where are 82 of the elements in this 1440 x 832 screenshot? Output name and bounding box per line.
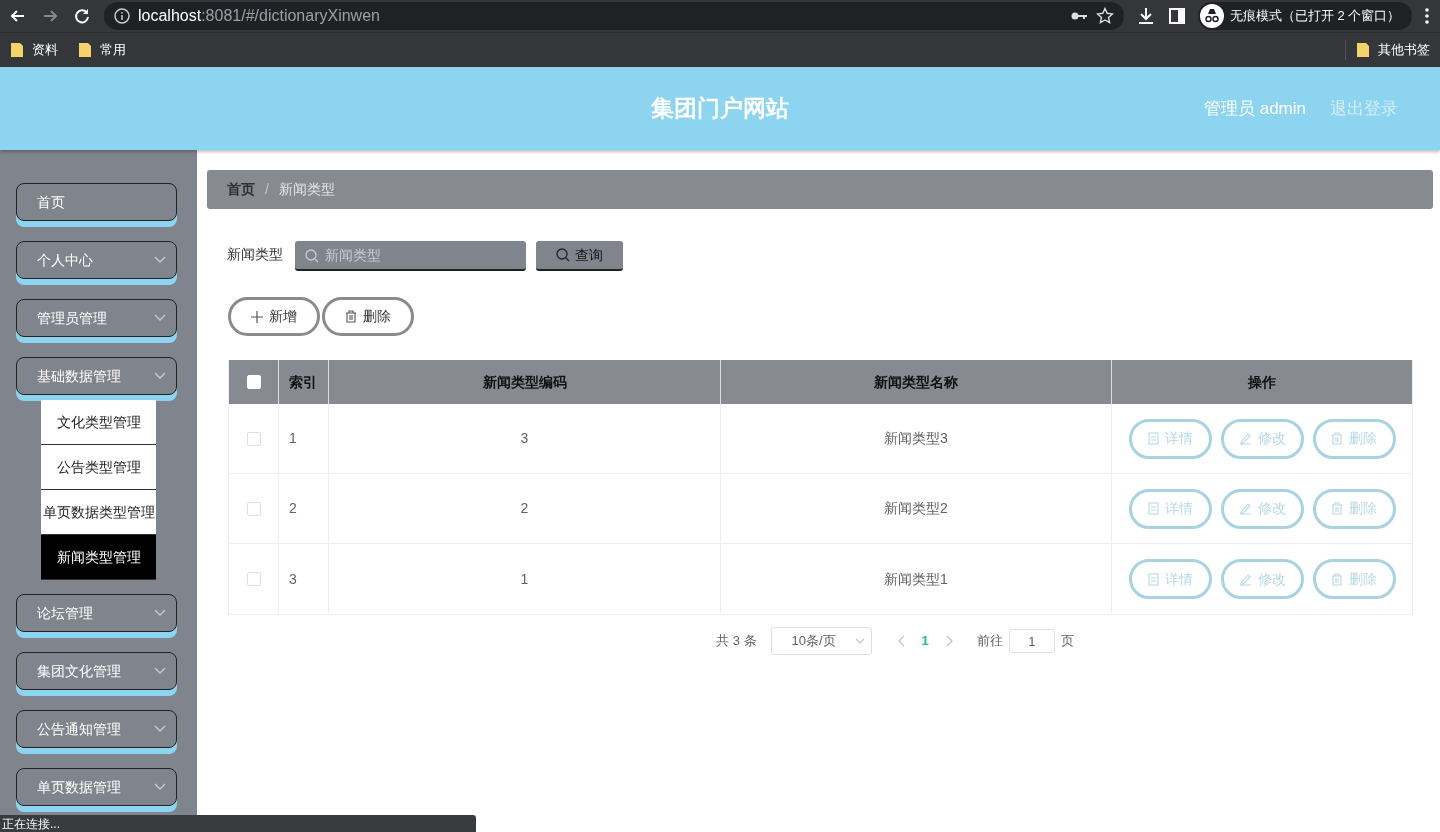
- pencil-icon: [1238, 572, 1252, 586]
- column-header: 新闻类型编码: [482, 372, 567, 392]
- sidebar-menu-item[interactable]: 公告通知管理: [16, 710, 177, 748]
- column-header: 操作: [1248, 372, 1276, 392]
- info-icon: [114, 8, 130, 24]
- folder-icon: [1356, 42, 1370, 58]
- submenu-item[interactable]: 文化类型管理: [41, 400, 156, 445]
- more-icon[interactable]: [1424, 7, 1431, 25]
- chevron-down-icon: [154, 314, 166, 322]
- trash-icon: [1331, 502, 1343, 515]
- table-cell-text: 1: [520, 569, 529, 589]
- chevron-down-icon: [854, 638, 865, 644]
- add-button[interactable]: 新增: [228, 297, 320, 336]
- checkbox[interactable]: [246, 572, 261, 586]
- folder-icon: [10, 42, 24, 58]
- checkbox[interactable]: [246, 431, 261, 446]
- chevron-down-icon: [154, 667, 166, 675]
- bookmark[interactable]: 资料: [10, 40, 58, 60]
- search-icon: [556, 248, 570, 262]
- user-name: 管理员 admin: [1203, 97, 1306, 120]
- status-text: 正在连接...: [2, 815, 60, 832]
- table-cell-text: 2: [520, 499, 529, 518]
- page-number[interactable]: 1: [921, 631, 929, 651]
- table-cell-text: 3: [289, 569, 297, 589]
- trash-icon: [1331, 572, 1343, 586]
- table-cell-text: 2: [289, 499, 297, 518]
- address-bar[interactable]: localhost:8081/#/dictionaryXinwen: [104, 2, 1124, 30]
- pencil-icon: [1238, 432, 1252, 445]
- site-title: 集团门户网站: [651, 94, 789, 124]
- sidebar-menu-item[interactable]: 单页数据管理: [16, 768, 177, 806]
- sidebar-menu-item[interactable]: 基础数据管理: [16, 357, 177, 395]
- breadcrumb-item: 新闻类型: [278, 180, 335, 199]
- sidebar-menu-item[interactable]: 个人中心: [16, 241, 177, 279]
- column-header: 新闻类型名称: [874, 372, 958, 392]
- side-panel-icon[interactable]: [1168, 7, 1186, 25]
- document-icon: [1147, 432, 1159, 445]
- reload-icon[interactable]: [72, 6, 92, 26]
- incognito-icon: [1200, 4, 1224, 28]
- breadcrumb-item[interactable]: 首页: [227, 179, 255, 200]
- table-cell-text: 新闻类型3: [884, 429, 948, 448]
- table-cell-text: 1: [289, 429, 297, 448]
- bookmark[interactable]: 其他书签: [1345, 40, 1430, 60]
- page-size-select[interactable]: 10条/页: [770, 627, 872, 655]
- search-icon: [305, 249, 319, 263]
- chevron-down-icon: [154, 783, 166, 791]
- trash-icon: [345, 310, 357, 323]
- table-cell-text: 新闻类型2: [884, 499, 948, 518]
- bookmark[interactable]: 常用: [78, 40, 126, 60]
- delete-button[interactable]: 删除: [322, 297, 414, 336]
- chevron-down-icon: [154, 256, 166, 264]
- plus-icon: [251, 310, 263, 323]
- submenu-item[interactable]: 新闻类型管理: [41, 535, 156, 580]
- url-text: localhost:8081/#/dictionaryXinwen: [138, 6, 380, 26]
- column-header: 索引: [289, 372, 317, 392]
- search-field[interactable]: 新闻类型: [295, 241, 526, 271]
- search-label: 新闻类型: [227, 244, 283, 264]
- table-cell-text: 新闻类型1: [884, 569, 948, 589]
- total-count: 共 3 条: [716, 632, 757, 651]
- search-button[interactable]: 查询: [536, 241, 623, 271]
- incognito-badge[interactable]: 无痕模式（已打开 2 个窗口）: [1198, 2, 1413, 30]
- sidebar-menu-item[interactable]: 集团文化管理: [16, 652, 177, 690]
- checkbox[interactable]: [246, 501, 261, 516]
- document-icon: [1147, 572, 1159, 586]
- sidebar-menu-item[interactable]: 管理员管理: [16, 299, 177, 337]
- chevron-down-icon: [154, 609, 166, 617]
- star-icon[interactable]: [1096, 7, 1114, 25]
- page-suffix: 页: [1060, 632, 1074, 651]
- page-input[interactable]: 1: [1008, 629, 1055, 653]
- download-icon[interactable]: [1136, 6, 1156, 26]
- sidebar-menu-item[interactable]: 论坛管理: [16, 594, 177, 632]
- chevron-down-icon: [154, 372, 166, 380]
- breadcrumb-separator: /: [265, 180, 269, 199]
- pencil-icon: [1238, 502, 1252, 515]
- sidebar-menu-item[interactable]: 首页: [16, 183, 177, 221]
- chevron-down-icon: [154, 725, 166, 733]
- table-cell-text: 3: [520, 429, 529, 448]
- folder-icon: [78, 42, 92, 58]
- submenu-item[interactable]: 公告类型管理: [41, 445, 156, 490]
- trash-icon: [1331, 432, 1343, 445]
- submenu-item[interactable]: 单页数据类型管理: [41, 490, 156, 535]
- document-icon: [1147, 502, 1159, 515]
- goto-label: 前往: [976, 632, 1003, 651]
